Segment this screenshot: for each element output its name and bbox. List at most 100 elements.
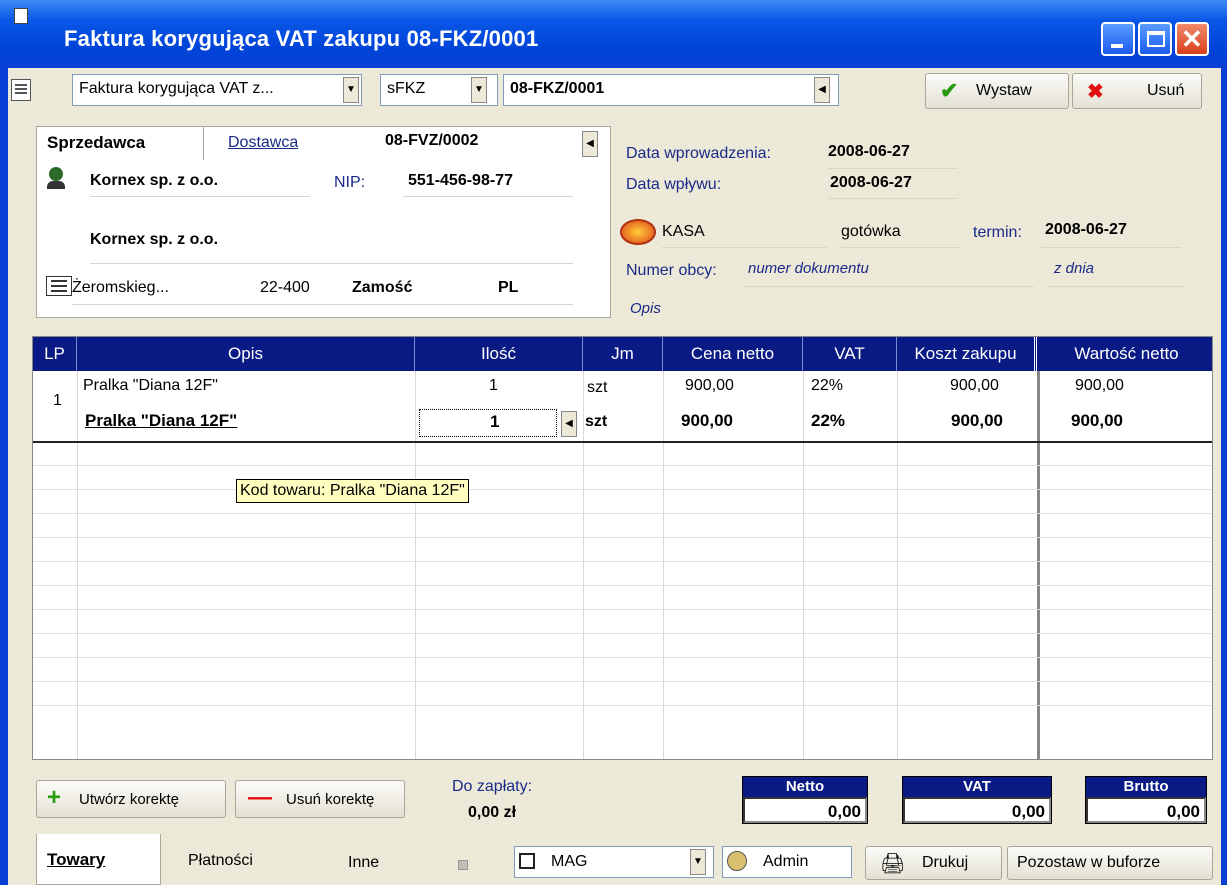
to-pay-label: Do zapłaty: [452, 778, 533, 795]
seller-name-short: Kornex sp. z o.o. [90, 172, 219, 189]
vat-label: VAT [903, 777, 1051, 797]
col-vat[interactable]: VAT [803, 337, 897, 371]
issue-button-label: Wystaw [976, 82, 1032, 99]
col-purchase-cost[interactable]: Koszt zakupu [897, 337, 1037, 371]
tab-payments[interactable]: Płatności [188, 852, 253, 870]
netto-total: Netto 0,00 [742, 776, 868, 824]
close-icon: ✕ [1181, 24, 1203, 54]
vat-value: 0,00 [903, 797, 1051, 823]
reference-document: 08-FVZ/0002 [385, 132, 479, 149]
entry-date-label: Data wprowadzenia: [626, 145, 771, 162]
col-unit[interactable]: Jm [583, 337, 663, 371]
leave-in-buffer-label: Pozostaw w buforze [1017, 854, 1161, 871]
number-field[interactable]: 08-FKZ/0001 [503, 74, 839, 106]
plus-icon: + [47, 784, 62, 811]
minus-icon: — [248, 784, 272, 811]
create-correction-label: Utwórz korektę [79, 791, 180, 808]
due-date[interactable]: 2008-06-27 [1045, 221, 1127, 239]
due-date-label: termin: [973, 224, 1022, 241]
cash-register-icon[interactable] [620, 219, 656, 245]
foreign-number-field[interactable]: numer dokumentu [748, 260, 869, 277]
chevron-left-icon[interactable]: ◀ [814, 77, 830, 103]
corr-purchase-cost[interactable]: 900,00 [951, 411, 1003, 431]
print-button-label: Drukuj [922, 854, 969, 871]
orig-net-price: 900,00 [685, 377, 734, 394]
contractor-icon[interactable] [46, 167, 66, 189]
chevron-left-icon[interactable]: ◀ [582, 131, 598, 157]
brutto-value: 0,00 [1086, 797, 1206, 823]
delete-correction-button[interactable]: — Usuń korektę [235, 780, 405, 818]
brutto-label: Brutto [1086, 777, 1206, 797]
issue-button[interactable]: ✔ Wystaw [925, 73, 1069, 109]
title-bar[interactable]: Faktura korygująca VAT zakupu 08-FKZ/000… [0, 0, 1227, 68]
corr-net-value[interactable]: 900,00 [1071, 411, 1123, 431]
create-correction-button[interactable]: + Utwórz korektę [36, 780, 226, 818]
window-title: Faktura korygująca VAT zakupu 08-FKZ/000… [64, 26, 539, 51]
items-grid[interactable]: LP Opis Ilość Jm Cena netto VAT Koszt za… [32, 336, 1213, 760]
orig-vat: 22% [811, 377, 844, 394]
tab-items[interactable]: Towary [36, 834, 161, 885]
col-net-price[interactable]: Cena netto [663, 337, 803, 371]
description-field[interactable]: Opis [630, 300, 661, 317]
orig-net-value: 900,00 [1075, 377, 1124, 394]
corr-description[interactable]: Pralka "Diana 12F" [85, 411, 237, 431]
user-name: Admin [763, 853, 809, 870]
corr-quantity-editor[interactable]: 1 [419, 409, 557, 437]
nip-value: 551-456-98-77 [408, 172, 513, 189]
document-type-combo[interactable]: Faktura korygująca VAT z... [72, 74, 362, 106]
chevron-left-icon[interactable]: ◀ [561, 411, 577, 437]
seller-name-full: Kornex sp. z o.o. [90, 231, 219, 248]
payment-method[interactable]: gotówka [841, 223, 901, 241]
warehouse-combo[interactable]: MAG [514, 846, 714, 878]
leave-in-buffer-button[interactable]: Pozostaw w buforze [1007, 846, 1213, 880]
tab-other[interactable]: Inne [348, 854, 379, 872]
warehouse-icon [519, 853, 535, 869]
netto-value: 0,00 [743, 797, 867, 823]
brutto-total: Brutto 0,00 [1085, 776, 1207, 824]
delete-x-icon: ✖ [1087, 81, 1104, 103]
foreign-number-label: Numer obcy: [626, 262, 717, 279]
seller-postcode: 22-400 [260, 279, 310, 296]
document-icon[interactable] [14, 8, 28, 24]
col-lp[interactable]: LP [33, 337, 77, 371]
tab-items-label: Towary [47, 850, 106, 869]
entry-date[interactable]: 2008-06-27 [828, 143, 910, 161]
warehouse-name: MAG [551, 853, 588, 870]
cashbox-name[interactable]: KASA [662, 223, 705, 241]
orig-purchase-cost: 900,00 [950, 377, 999, 394]
grid-header: LP Opis Ilość Jm Cena netto VAT Koszt za… [33, 337, 1212, 371]
col-net-value[interactable]: Wartość netto [1040, 337, 1212, 371]
col-quantity[interactable]: Ilość [415, 337, 583, 371]
checkmark-icon: ✔ [940, 78, 959, 103]
chevron-down-icon[interactable]: ▼ [343, 77, 359, 103]
delete-button[interactable]: ✖ Usuń [1072, 73, 1202, 109]
maximize-icon [1147, 31, 1165, 47]
window: Faktura korygująca VAT zakupu 08-FKZ/000… [0, 0, 1227, 885]
printer-icon: 🖨 [880, 853, 906, 875]
client-area: Faktura korygująca VAT z... ▼ sFKZ ▼ 08-… [8, 68, 1221, 885]
row-lp: 1 [53, 392, 62, 409]
delete-correction-label: Usuń korektę [286, 791, 375, 808]
minimize-button[interactable] [1101, 22, 1135, 56]
maximize-button[interactable] [1138, 22, 1172, 56]
status-indicator-icon [458, 860, 468, 870]
user-field[interactable]: Admin [722, 846, 852, 878]
corr-quantity[interactable]: 1 [490, 412, 499, 432]
corr-net-price[interactable]: 900,00 [681, 411, 733, 431]
corr-unit[interactable]: szt [585, 413, 607, 431]
minimize-icon [1111, 44, 1123, 48]
corr-vat[interactable]: 22% [811, 411, 845, 431]
col-description[interactable]: Opis [77, 337, 415, 371]
print-button[interactable]: 🖨 Drukuj [865, 846, 1002, 880]
receipt-date[interactable]: 2008-06-27 [830, 174, 912, 192]
address-card-icon[interactable] [46, 276, 72, 296]
close-button[interactable]: ✕ [1175, 22, 1209, 56]
chevron-down-icon[interactable]: ▼ [690, 849, 706, 875]
product-code-tooltip: Kod towaru: Pralka "Diana 12F" [236, 479, 469, 503]
orig-quantity: 1 [489, 377, 498, 394]
chevron-down-icon[interactable]: ▼ [471, 77, 487, 103]
foreign-date-field[interactable]: z dnia [1054, 260, 1094, 277]
orig-description: Pralka "Diana 12F" [83, 377, 218, 394]
tab-supplier[interactable]: Dostawca [228, 134, 298, 152]
tab-seller[interactable]: Sprzedawca [36, 126, 204, 160]
